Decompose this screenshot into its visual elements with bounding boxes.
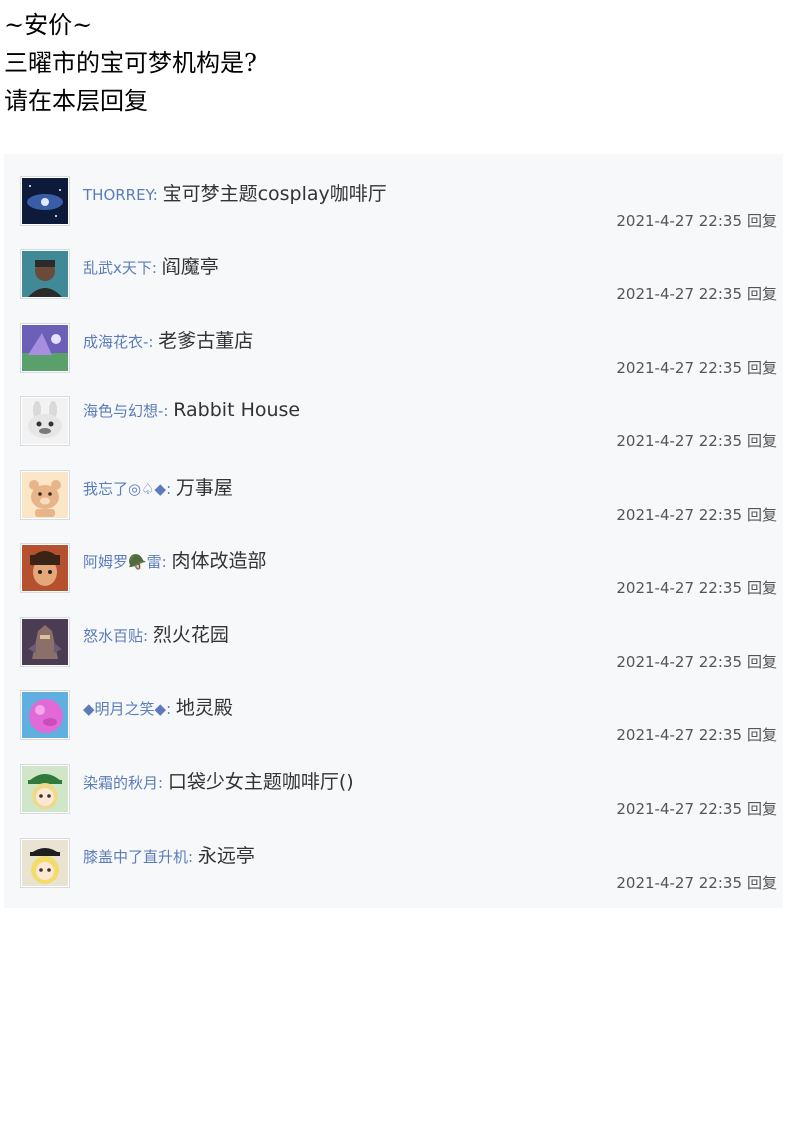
reply-meta: 2021-4-27 22:35 回复 (616, 724, 777, 745)
username-link[interactable]: THORREY: (83, 186, 158, 204)
reply-meta: 2021-4-27 22:35 回复 (616, 798, 777, 819)
reply-item: 膝盖中了直升机: 永远亭 2021-4-27 22:35 回复 (20, 838, 777, 912)
reply-time: 2021-4-27 22:35 (616, 726, 742, 744)
green-hat-girl-avatar-icon[interactable] (20, 764, 70, 814)
reply-text: Rabbit House (173, 399, 301, 421)
reply-time: 2021-4-27 22:35 (616, 653, 742, 671)
reply-time: 2021-4-27 22:35 (616, 874, 742, 892)
reply-button[interactable]: 回复 (747, 653, 777, 671)
blonde-girl-avatar-icon[interactable] (20, 838, 70, 888)
reply-text: 烈火花园 (152, 624, 229, 646)
username-link[interactable]: 怒水百贴: (83, 627, 148, 645)
reply-time: 2021-4-27 22:35 (616, 579, 742, 597)
reply-meta: 2021-4-27 22:35 回复 (616, 357, 777, 378)
reply-line: 阿姆罗🪖雷: 肉体改造部 (83, 546, 267, 573)
reply-button[interactable]: 回复 (747, 506, 777, 524)
reply-text: 万事屋 (175, 477, 233, 499)
post-line: 三曜市的宝可梦机构是? (4, 49, 257, 77)
reply-meta: 2021-4-27 22:35 回复 (616, 504, 777, 525)
reply-meta: 2021-4-27 22:35 回复 (616, 651, 777, 672)
reply-item: 乱武x天下: 阎魔亭 2021-4-27 22:35 回复 (20, 249, 777, 323)
username-link[interactable]: 染霜的秋月: (83, 774, 163, 792)
reply-item: THORREY: 宝可梦主题cosplay咖啡厅 2021-4-27 22:35… (20, 176, 777, 250)
reply-button[interactable]: 回复 (747, 432, 777, 450)
reply-item: 成海花衣-: 老爹古董店 2021-4-27 22:35 回复 (20, 323, 777, 397)
reply-time: 2021-4-27 22:35 (616, 506, 742, 524)
post-content: ~安价~ 三曜市的宝可梦机构是? 请在本层回复 (4, 6, 257, 120)
person-avatar-icon[interactable] (20, 249, 70, 299)
reply-meta: 2021-4-27 22:35 回复 (616, 210, 777, 231)
reply-button[interactable]: 回复 (747, 579, 777, 597)
reply-time: 2021-4-27 22:35 (616, 432, 742, 450)
reply-line: 染霜的秋月: 口袋少女主题咖啡厅() (83, 767, 354, 794)
reply-time: 2021-4-27 22:35 (616, 800, 742, 818)
reply-text: 阎魔亭 (161, 256, 219, 278)
username-link[interactable]: 我忘了◎♤◆: (83, 480, 171, 498)
rabbit-avatar-icon[interactable] (20, 396, 70, 446)
reply-item: 阿姆罗🪖雷: 肉体改造部 2021-4-27 22:35 回复 (20, 543, 777, 617)
reply-line: ◆明月之笑◆: 地灵殿 (83, 693, 233, 720)
reply-item: 怒水百贴: 烈火花园 2021-4-27 22:35 回复 (20, 617, 777, 691)
reply-meta: 2021-4-27 22:35 回复 (616, 430, 777, 451)
pink-ball-avatar-icon[interactable] (20, 690, 70, 740)
reply-item: ◆明月之笑◆: 地灵殿 2021-4-27 22:35 回复 (20, 690, 777, 764)
reply-text: 老爹古董店 (158, 330, 254, 352)
robot-avatar-icon[interactable] (20, 617, 70, 667)
reply-meta: 2021-4-27 22:35 回复 (616, 283, 777, 304)
reply-button[interactable]: 回复 (747, 874, 777, 892)
username-link[interactable]: 乱武x天下: (83, 259, 157, 277)
reply-text: 肉体改造部 (171, 550, 267, 572)
reply-meta: 2021-4-27 22:35 回复 (616, 577, 777, 598)
reply-text: 地灵殿 (175, 697, 233, 719)
reply-item: 海色与幻想-: Rabbit House 2021-4-27 22:35 回复 (20, 396, 777, 470)
reply-line: 怒水百贴: 烈火花园 (83, 620, 229, 647)
reply-time: 2021-4-27 22:35 (616, 359, 742, 377)
reply-item: 我忘了◎♤◆: 万事屋 2021-4-27 22:35 回复 (20, 470, 777, 544)
anime-boy-avatar-icon[interactable] (20, 543, 70, 593)
bear-avatar-icon[interactable] (20, 470, 70, 520)
reply-button[interactable]: 回复 (747, 726, 777, 744)
username-link[interactable]: 成海花衣-: (83, 333, 153, 351)
username-link[interactable]: 膝盖中了直升机: (83, 848, 193, 866)
galaxy-avatar-icon[interactable] (20, 176, 70, 226)
post-line: ~安价~ (4, 11, 93, 39)
reply-line: 膝盖中了直升机: 永远亭 (83, 841, 255, 868)
reply-line: 海色与幻想-: Rabbit House (83, 399, 300, 421)
reply-time: 2021-4-27 22:35 (616, 285, 742, 303)
username-link[interactable]: ◆明月之笑◆: (83, 700, 171, 718)
reply-line: THORREY: 宝可梦主题cosplay咖啡厅 (83, 179, 387, 206)
reply-time: 2021-4-27 22:35 (616, 212, 742, 230)
reply-line: 成海花衣-: 老爹古董店 (83, 326, 253, 353)
username-link[interactable]: 海色与幻想-: (83, 402, 168, 420)
reply-meta: 2021-4-27 22:35 回复 (616, 872, 777, 893)
reply-list: THORREY: 宝可梦主题cosplay咖啡厅 2021-4-27 22:35… (4, 154, 783, 908)
reply-item: 染霜的秋月: 口袋少女主题咖啡厅() 2021-4-27 22:35 回复 (20, 764, 777, 838)
reply-text: 口袋少女主题咖啡厅() (167, 771, 354, 793)
reply-button[interactable]: 回复 (747, 285, 777, 303)
reply-text: 永远亭 (197, 845, 255, 867)
post-line: 请在本层回复 (4, 87, 148, 115)
reply-text: 宝可梦主题cosplay咖啡厅 (162, 183, 387, 205)
reply-button[interactable]: 回复 (747, 800, 777, 818)
anime-scene-avatar-icon[interactable] (20, 323, 70, 373)
reply-line: 我忘了◎♤◆: 万事屋 (83, 473, 233, 500)
username-link[interactable]: 阿姆罗🪖雷: (83, 553, 167, 571)
reply-button[interactable]: 回复 (747, 359, 777, 377)
reply-button[interactable]: 回复 (747, 212, 777, 230)
reply-line: 乱武x天下: 阎魔亭 (83, 252, 219, 279)
